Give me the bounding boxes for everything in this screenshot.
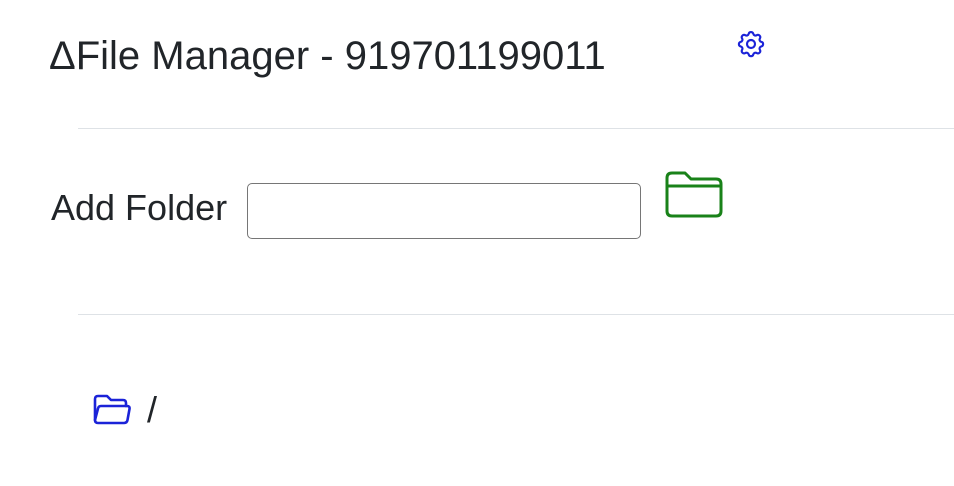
page-title: ΔFile Manager - 919701199011 [49, 34, 606, 78]
settings-button[interactable] [734, 27, 768, 61]
folder-name-input[interactable] [247, 183, 641, 239]
section-divider [78, 314, 954, 315]
folder-tree-root-label: / [147, 389, 158, 430]
add-folder-label: Add Folder [51, 187, 228, 228]
folder-tree-root[interactable]: / [92, 388, 157, 432]
header-divider [78, 128, 954, 129]
file-manager-page: ΔFile Manager - 919701199011 Add Folder … [0, 0, 954, 486]
add-folder-button[interactable] [664, 170, 724, 220]
gear-icon [737, 30, 765, 58]
folder-open-icon [93, 394, 131, 425]
folder-icon [665, 171, 723, 218]
